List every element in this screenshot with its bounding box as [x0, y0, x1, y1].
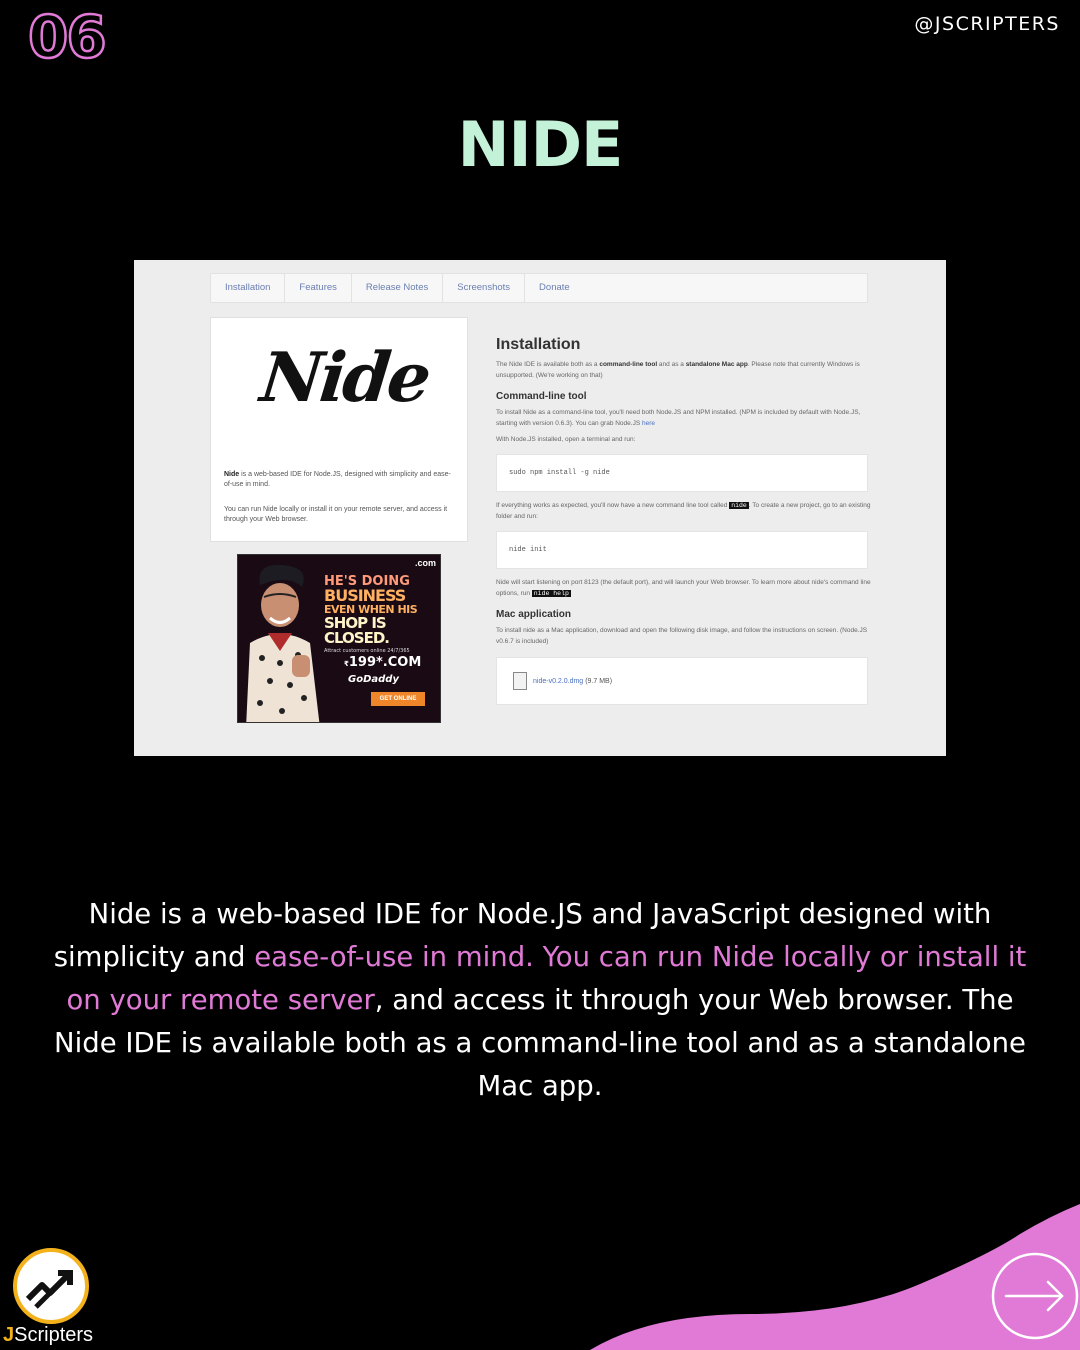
- slide-number: 06: [27, 3, 108, 71]
- dmg-link[interactable]: nide-v0.2.0.dmg: [533, 678, 583, 685]
- ad-small-print: Attract customers online 24/7/365: [324, 648, 410, 654]
- brand-initial: J: [3, 1324, 15, 1346]
- install-p1: The Nide IDE is available both as a: [496, 361, 600, 368]
- intro-bold: Nide: [224, 471, 240, 478]
- ad-cta-button[interactable]: GET ONLINE: [371, 692, 425, 706]
- intro-card: Nide Nide is a web-based IDE for Node.JS…: [210, 317, 468, 542]
- ad-brand: GoDaddy: [348, 674, 399, 685]
- ad-price: ₹199*.COM: [324, 656, 440, 669]
- dmg-size: (9.7 MB): [585, 677, 613, 685]
- ad-person-image: [246, 564, 320, 722]
- nide-logo: Nide: [256, 338, 433, 418]
- nav-tab-release-notes[interactable]: Release Notes: [352, 274, 444, 302]
- install-p1-bold-1: command-line tool: [599, 361, 658, 368]
- nav-tab-screenshots[interactable]: Screenshots: [443, 274, 526, 302]
- brand-rest: Scripters: [14, 1324, 94, 1346]
- nav-tab-features[interactable]: Features: [285, 274, 352, 302]
- nodejs-link[interactable]: here: [642, 420, 655, 427]
- mac-paragraph: To install nide as a Mac application, do…: [496, 627, 868, 645]
- cli-paragraph-1: To install Nide as a command-line tool, …: [496, 407, 872, 429]
- nide-help-kbd: nide help: [531, 590, 571, 597]
- install-p1-bold-2: standalone Mac app: [685, 361, 748, 368]
- nav-tab-installation[interactable]: Installation: [211, 274, 286, 302]
- ad-copy: HE'S DOING BUSINESS EVEN WHEN HIS SHOP I…: [324, 575, 440, 685]
- intro-text-2: You can run Nide locally or install it o…: [224, 506, 448, 523]
- install-content: Installation The Nide IDE is available b…: [496, 336, 872, 705]
- description: Nide is a web-based IDE for Node.JS and …: [40, 893, 1040, 1108]
- install-p1-mid: and as a: [657, 361, 686, 368]
- install-command-code: sudo npm install -g nide: [496, 454, 868, 492]
- account-handle: @JSCRIPTERS: [914, 13, 1060, 35]
- cli-heading: Command-line tool: [496, 391, 587, 402]
- nav-tab-donate[interactable]: Donate: [525, 274, 584, 302]
- ad-line-4: SHOP IS CLOSED.: [324, 614, 390, 647]
- ad-dotcom: .com: [414, 558, 436, 568]
- ad-line-2: BUSINESS: [324, 586, 406, 605]
- cli-p1: To install Nide as a command-line tool, …: [496, 409, 861, 427]
- godaddy-ad[interactable]: .com HE'S DOING BUSINESS EVEN WHEN HIS S…: [237, 554, 441, 723]
- dmg-download: nide-v0.2.0.dmg (9.7 MB): [496, 657, 868, 705]
- install-heading: Installation: [496, 336, 581, 353]
- cli-paragraph-3: If everything works as expected, you'll …: [496, 500, 872, 522]
- intro-rest: is a web-based IDE for Node.JS, designed…: [224, 471, 451, 488]
- site-nav: Installation Features Release Notes Scre…: [210, 273, 868, 303]
- install-paragraph: The Nide IDE is available both as a comm…: [496, 359, 872, 381]
- init-command-code: nide init: [496, 531, 868, 569]
- cli-p3: If everything works as expected, you'll …: [496, 502, 730, 509]
- cli-paragraph-4: Nide will start listening on port 8123 (…: [496, 577, 872, 599]
- cli-paragraph-2: With Node.JS installed, open a terminal …: [496, 436, 636, 443]
- intro-text: Nide is a web-based IDE for Node.JS, des…: [224, 470, 456, 490]
- nide-website-screenshot: Installation Features Release Notes Scre…: [134, 260, 946, 756]
- jscripters-logo-icon: [13, 1248, 89, 1324]
- page-title: NIDE: [457, 108, 624, 181]
- ad-price-value: 199*.COM: [348, 655, 422, 670]
- file-icon: [513, 672, 527, 690]
- brand-name: JScripters: [3, 1324, 93, 1347]
- nide-command-kbd: nide: [729, 502, 749, 509]
- arrow-right-icon[interactable]: [990, 1251, 1080, 1341]
- mac-heading: Mac application: [496, 609, 572, 620]
